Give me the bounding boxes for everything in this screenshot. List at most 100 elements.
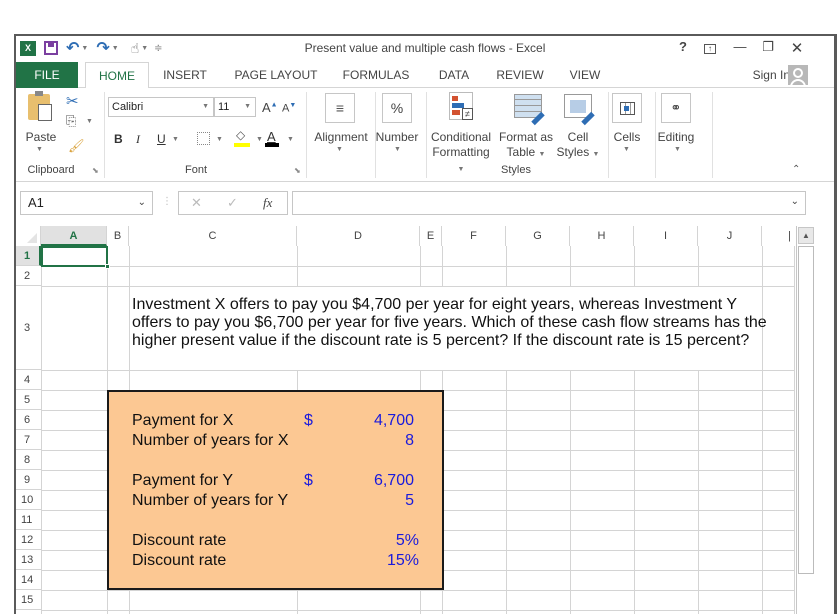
payment-y-currency[interactable]: $ <box>304 472 313 490</box>
conditional-formatting-icon[interactable]: ≠ <box>449 92 473 120</box>
cancel-icon[interactable]: ✕ <box>191 195 202 211</box>
years-x-label[interactable]: Number of years for X <box>132 432 289 450</box>
row-header-14[interactable]: 14 <box>16 570 41 590</box>
number-format-icon[interactable]: % <box>382 93 412 123</box>
row-header-6[interactable]: 6 <box>16 410 41 430</box>
scroll-thumb[interactable] <box>798 246 814 574</box>
font-name-select[interactable]: Calibri ▼ <box>108 97 214 117</box>
payment-x-label[interactable]: Payment for X <box>132 412 233 430</box>
row-header-10[interactable]: 10 <box>16 490 41 510</box>
number-button[interactable]: Number <box>372 130 422 145</box>
underline-dropdown-icon[interactable]: ▼ <box>172 136 179 143</box>
payment-x-value[interactable]: 4,700 <box>336 412 414 430</box>
question-text[interactable]: Investment X offers to pay you $4,700 pe… <box>132 296 772 350</box>
column-header-j[interactable]: J <box>698 226 762 246</box>
payment-y-value[interactable]: 6,700 <box>336 472 414 490</box>
select-all-corner[interactable] <box>16 226 41 246</box>
cell-styles-button[interactable]: Cell Styles ▼ <box>552 130 604 162</box>
cells-icon[interactable] <box>612 93 642 123</box>
column-header-c[interactable]: C <box>129 226 297 246</box>
borders-dropdown-icon[interactable]: ▼ <box>216 136 223 143</box>
paste-icon[interactable] <box>28 91 52 121</box>
years-x-value[interactable]: 8 <box>336 432 414 450</box>
copy-icon[interactable]: ⎘ <box>66 113 76 129</box>
row-header-15[interactable]: 15 <box>16 590 41 610</box>
row-header-7[interactable]: 7 <box>16 430 41 450</box>
tab-review[interactable]: REVIEW <box>490 62 550 88</box>
row-header-13[interactable]: 13 <box>16 550 41 570</box>
tab-home[interactable]: HOME <box>85 62 149 89</box>
paste-button[interactable]: Paste <box>22 130 60 145</box>
sign-in-link[interactable]: Sign In <box>740 62 790 88</box>
tab-page-layout[interactable]: PAGE LAYOUT <box>226 62 326 88</box>
discount-rate-2-value[interactable]: 15% <box>336 552 419 570</box>
active-cell-a1[interactable] <box>41 246 110 269</box>
bold-button[interactable]: B <box>114 132 123 146</box>
payment-y-label[interactable]: Payment for Y <box>132 472 233 490</box>
minimize-icon[interactable]: — <box>730 39 750 54</box>
font-launcher-icon[interactable]: ⬊ <box>294 166 301 175</box>
discount-rate-1-label[interactable]: Discount rate <box>132 532 226 550</box>
font-size-select[interactable]: 11 ▼ <box>214 97 256 117</box>
row-header-9[interactable]: 9 <box>16 470 41 490</box>
format-as-table-button[interactable]: Format as Table ▼ <box>496 130 556 162</box>
ribbon-display-options-icon[interactable]: ↑ <box>700 39 720 54</box>
italic-button[interactable]: I <box>136 132 140 147</box>
row-header-2[interactable]: 2 <box>16 266 41 286</box>
find-binoculars-icon[interactable]: ⚭ <box>661 93 691 123</box>
fill-color-icon[interactable]: ◇ <box>236 128 245 142</box>
discount-rate-1-value[interactable]: 5% <box>336 532 419 550</box>
column-header-h[interactable]: H <box>570 226 634 246</box>
name-box-chevron-icon[interactable]: ⌄ <box>138 192 146 214</box>
row-header-4[interactable]: 4 <box>16 370 41 390</box>
cut-icon[interactable]: ✂ <box>66 92 79 110</box>
cells-dropdown-icon[interactable]: ▼ <box>623 146 630 153</box>
scroll-up-icon[interactable]: ▲ <box>798 227 814 244</box>
column-header-f[interactable]: F <box>442 226 506 246</box>
row-header-11[interactable]: 11 <box>16 510 41 530</box>
name-box[interactable]: A1 ⌄ <box>20 191 153 215</box>
underline-button[interactable]: U <box>157 132 166 146</box>
fill-color-dropdown-icon[interactable]: ▼ <box>256 136 263 143</box>
editing-button[interactable]: Editing <box>652 130 700 145</box>
alignment-icon[interactable]: ≡ <box>325 93 355 123</box>
insert-function-icon[interactable]: fx <box>263 195 272 211</box>
formula-bar-grip-icon[interactable]: ⋮ <box>162 196 172 207</box>
copy-dropdown-icon[interactable]: ▼ <box>86 118 93 125</box>
row-header-5[interactable]: 5 <box>16 390 41 410</box>
format-painter-icon[interactable]: 🖌 <box>68 138 85 154</box>
tab-view[interactable]: VIEW <box>562 62 608 88</box>
help-button[interactable]: ? <box>673 39 693 54</box>
years-y-value[interactable]: 5 <box>336 492 414 510</box>
alignment-dropdown-icon[interactable]: ▼ <box>336 146 343 153</box>
paste-dropdown-icon[interactable]: ▼ <box>36 146 43 153</box>
clipboard-launcher-icon[interactable]: ⬊ <box>92 166 99 175</box>
tab-insert[interactable]: INSERT <box>156 62 214 88</box>
restore-icon[interactable]: ❐ <box>758 39 778 55</box>
font-color-icon[interactable]: A <box>267 129 276 144</box>
alignment-button[interactable]: Alignment <box>308 130 374 145</box>
conditional-formatting-button[interactable]: Conditional Formatting ▼ <box>428 130 494 177</box>
increase-font-size-icon[interactable]: A▲ <box>262 100 278 115</box>
user-avatar-icon[interactable] <box>788 65 808 85</box>
tab-data[interactable]: DATA <box>428 62 480 88</box>
discount-rate-2-label[interactable]: Discount rate <box>132 552 226 570</box>
cell-styles-icon[interactable] <box>564 94 595 126</box>
expand-formula-chevron-icon[interactable]: ⌄ <box>791 196 799 207</box>
column-header-g[interactable]: G <box>506 226 570 246</box>
formula-input[interactable]: ⌄ <box>292 191 806 215</box>
number-dropdown-icon[interactable]: ▼ <box>394 146 401 153</box>
tab-formulas[interactable]: FORMULAS <box>334 62 418 88</box>
column-header-e[interactable]: E <box>420 226 442 246</box>
column-header-b[interactable]: B <box>107 226 129 246</box>
borders-icon[interactable] <box>197 132 210 145</box>
font-color-dropdown-icon[interactable]: ▼ <box>287 136 294 143</box>
tab-file[interactable]: FILE <box>16 62 78 88</box>
close-icon[interactable]: ✕ <box>787 39 807 57</box>
row-header-1[interactable]: 1 <box>16 246 41 266</box>
column-header-a[interactable]: A <box>41 226 107 246</box>
payment-x-currency[interactable]: $ <box>304 412 313 430</box>
format-as-table-icon[interactable] <box>514 94 545 126</box>
row-header-3[interactable]: 3 <box>16 286 41 370</box>
cells-button[interactable]: Cells <box>608 130 646 145</box>
